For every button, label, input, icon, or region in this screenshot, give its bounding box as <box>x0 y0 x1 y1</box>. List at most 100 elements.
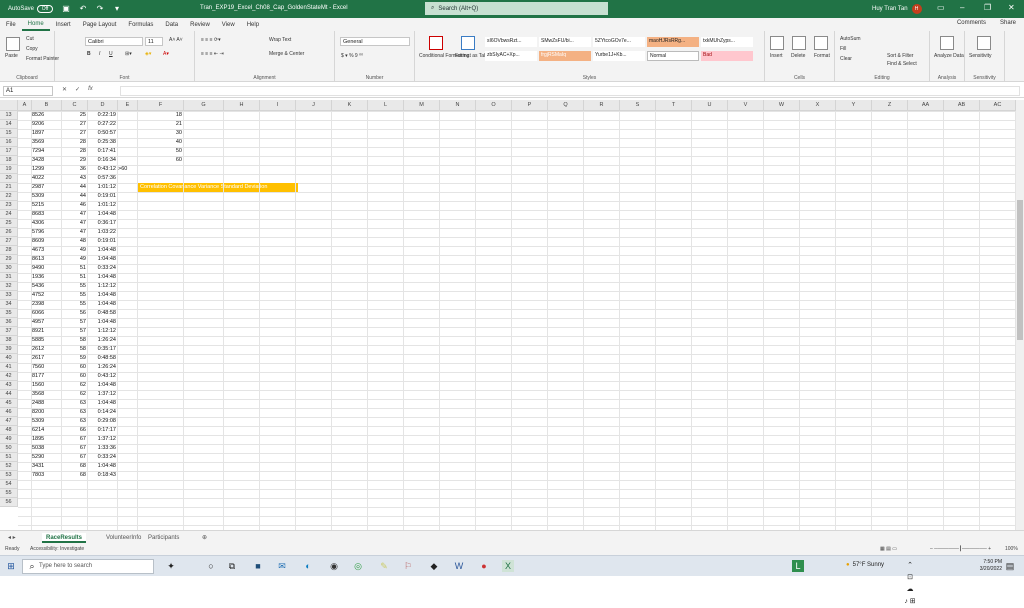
formula-input[interactable] <box>120 86 1020 96</box>
name-box[interactable]: A1 <box>3 86 53 96</box>
column-header-g[interactable]: G <box>184 100 224 111</box>
cell-age[interactable]: 27 <box>62 120 86 129</box>
cell-race-time[interactable]: 1:03:22 <box>88 228 116 237</box>
cell-race-time[interactable]: 0:19:01 <box>88 192 116 201</box>
paste-button[interactable]: Paste <box>5 53 18 59</box>
cell-bib-number[interactable]: 4306 <box>32 219 60 228</box>
conditional-formatting-icon[interactable] <box>429 36 443 50</box>
app-icon-6[interactable]: ● <box>478 560 490 572</box>
cortana-icon[interactable]: ✦ <box>165 560 177 572</box>
cell-age-bin[interactable]: 60 <box>138 156 182 165</box>
cell-age[interactable]: 67 <box>62 444 86 453</box>
clear-button[interactable]: Clear <box>840 56 852 62</box>
cell-race-time[interactable]: 0:35:17 <box>88 345 116 354</box>
column-header-s[interactable]: S <box>620 100 656 111</box>
cell-age[interactable]: 28 <box>62 147 86 156</box>
analyze-data-button[interactable]: Analyze Data <box>934 53 964 59</box>
cell-race-time[interactable]: 1:04:48 <box>88 273 116 282</box>
cell-age[interactable]: 47 <box>62 210 86 219</box>
row-header-29[interactable]: 29 <box>0 255 18 264</box>
cell-age[interactable]: 56 <box>62 309 86 318</box>
cell-age[interactable]: 67 <box>62 435 86 444</box>
tab-insert[interactable]: Insert <box>50 22 77 28</box>
column-header-ac[interactable]: AC <box>980 100 1016 111</box>
sensitivity-button[interactable]: Sensitivity <box>969 53 992 59</box>
row-header-44[interactable]: 44 <box>0 390 18 399</box>
cell-age[interactable]: 63 <box>62 399 86 408</box>
cell-style-1[interactable]: sI6OVbwsRzt... <box>485 37 537 47</box>
cell-race-time[interactable]: 1:04:48 <box>88 462 116 471</box>
italic-button[interactable]: I <box>99 51 100 57</box>
cell-bib-number[interactable]: 4752 <box>32 291 60 300</box>
sensitivity-icon[interactable] <box>977 36 991 50</box>
prev-sheet-icon[interactable]: ◂ ▸ <box>4 533 20 543</box>
row-header-16[interactable]: 16 <box>0 138 18 147</box>
number-format-select[interactable]: General <box>340 37 410 46</box>
column-header-h[interactable]: H <box>224 100 260 111</box>
autosum-button[interactable]: AutoSum <box>840 36 861 42</box>
grow-font-icon[interactable]: A˄ A˅ <box>169 37 183 43</box>
cell-bin-label[interactable]: >60 <box>118 165 136 174</box>
cell-race-time[interactable]: 0:16:34 <box>88 156 116 165</box>
cell-bib-number[interactable]: 4673 <box>32 246 60 255</box>
user-account[interactable]: Huy Tran Tan H <box>872 4 922 14</box>
cell-race-time[interactable]: 1:01:12 <box>88 183 116 192</box>
currency-icon[interactable]: $ ▾ % 9 ⁰⁰ <box>341 53 363 59</box>
worksheet-grid[interactable]: Correlation Covariance Variance Standard… <box>0 100 1024 530</box>
word-icon[interactable]: W <box>453 560 465 572</box>
row-header-19[interactable]: 19 <box>0 165 18 174</box>
row-header-13[interactable]: 13 <box>0 111 18 120</box>
cell-age-bin[interactable]: 21 <box>138 120 182 129</box>
autosave-control[interactable]: AutoSave Off ▣ ↶ ↷ ▾ <box>8 5 121 13</box>
row-header-47[interactable]: 47 <box>0 417 18 426</box>
cell-style-10[interactable]: zbSIyAC+Xp... <box>485 51 537 61</box>
cell-race-time[interactable]: 0:17:41 <box>88 147 116 156</box>
maximize-icon[interactable]: ❐ <box>984 3 991 12</box>
row-header-42[interactable]: 42 <box>0 372 18 381</box>
row-header-28[interactable]: 28 <box>0 246 18 255</box>
cell-race-time[interactable]: 1:12:12 <box>88 327 116 336</box>
cell-race-time[interactable]: 1:04:48 <box>88 291 116 300</box>
bold-button[interactable]: B <box>87 51 91 57</box>
cell-bib-number[interactable]: 1936 <box>32 273 60 282</box>
cell-bib-number[interactable]: 6066 <box>32 309 60 318</box>
row-header-25[interactable]: 25 <box>0 219 18 228</box>
row-header-23[interactable]: 23 <box>0 201 18 210</box>
delete-cells-icon[interactable] <box>792 36 806 50</box>
app-icon-4[interactable]: ⚐ <box>402 560 414 572</box>
cell-bib-number[interactable]: 9206 <box>32 120 60 129</box>
row-header-26[interactable]: 26 <box>0 228 18 237</box>
column-header-a[interactable]: A <box>18 100 32 111</box>
cell-age[interactable]: 62 <box>62 381 86 390</box>
cancel-icon[interactable]: ✕ <box>62 86 67 93</box>
app-icon-2[interactable]: ◉ <box>328 560 340 572</box>
cell-bib-number[interactable]: 2398 <box>32 300 60 309</box>
cell-race-time[interactable]: 0:57:36 <box>88 174 116 183</box>
cell-bib-number[interactable]: 9490 <box>32 264 60 273</box>
wrap-text-button[interactable]: Wrap Text <box>269 37 291 43</box>
redo-icon[interactable]: ↷ <box>96 5 104 13</box>
column-header-b[interactable]: B <box>32 100 62 111</box>
paste-icon[interactable] <box>6 37 20 51</box>
cell-bib-number[interactable]: 5885 <box>32 336 60 345</box>
chrome-icon[interactable]: ◎ <box>352 560 364 572</box>
weather-widget[interactable]: ● 57°F Sunny <box>846 562 884 568</box>
cell-style-bad[interactable]: Bad <box>701 51 753 61</box>
cell-age[interactable]: 57 <box>62 318 86 327</box>
row-header-50[interactable]: 50 <box>0 444 18 453</box>
cell-age[interactable]: 36 <box>62 165 86 174</box>
tab-view[interactable]: View <box>216 22 241 28</box>
tab-help[interactable]: Help <box>241 22 265 28</box>
cell-race-time[interactable]: 1:37:12 <box>88 435 116 444</box>
cell-age[interactable]: 59 <box>62 354 86 363</box>
row-header-15[interactable]: 15 <box>0 129 18 138</box>
column-header-c[interactable]: C <box>62 100 88 111</box>
cell-age[interactable]: 29 <box>62 156 86 165</box>
cell-race-time[interactable]: 0:17:17 <box>88 426 116 435</box>
task-view-icon[interactable]: ⧉ <box>226 560 238 572</box>
zoom-level[interactable]: 100% <box>1005 546 1018 552</box>
font-size-select[interactable]: 11 <box>145 37 163 46</box>
cell-race-time[interactable]: 1:04:48 <box>88 255 116 264</box>
row-header-45[interactable]: 45 <box>0 399 18 408</box>
column-header-u[interactable]: U <box>692 100 728 111</box>
